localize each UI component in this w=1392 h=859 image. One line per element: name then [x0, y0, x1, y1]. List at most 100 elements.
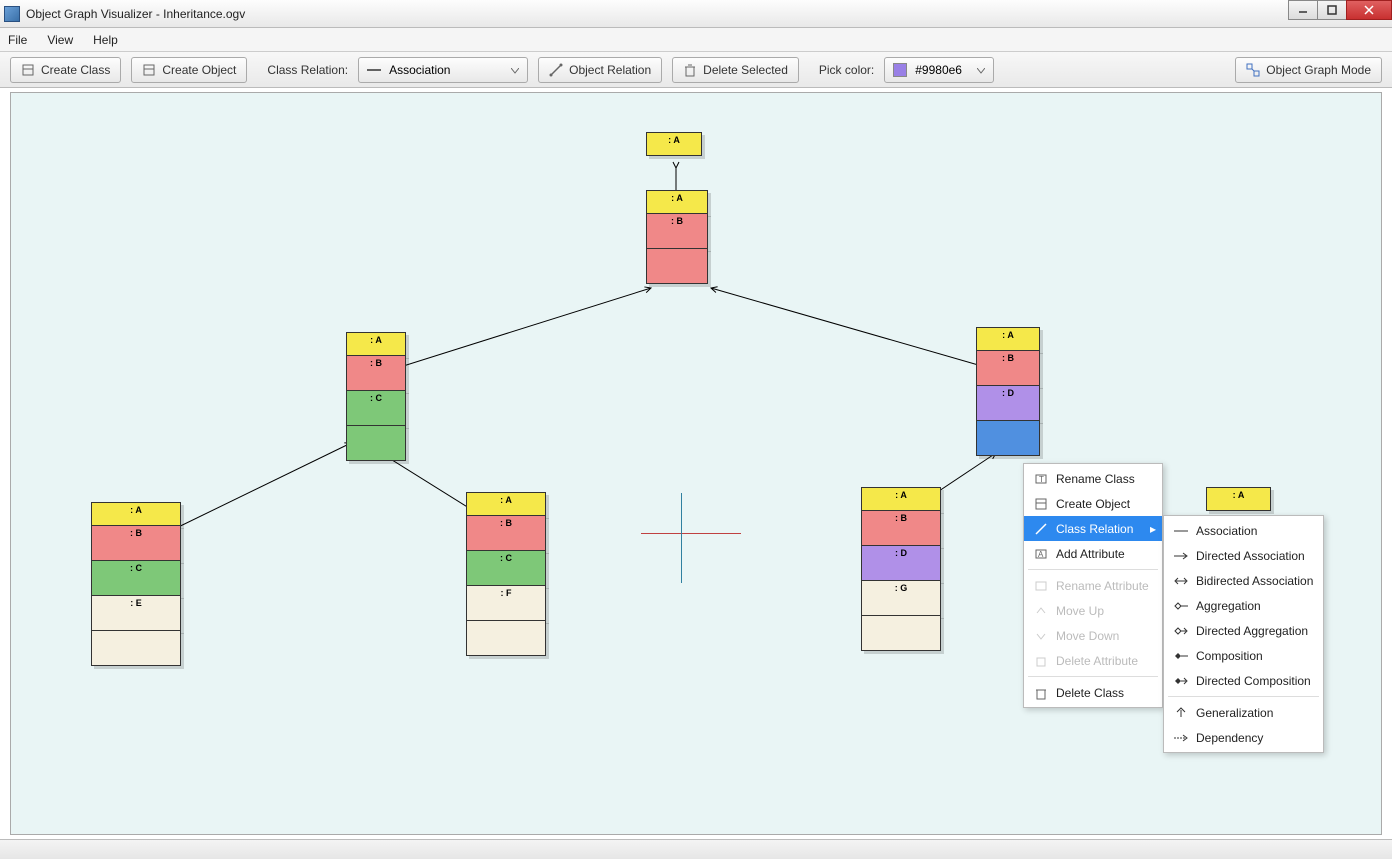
relation-icon: [1034, 522, 1048, 536]
block-selected: [976, 420, 1040, 456]
menu-rename-class[interactable]: T Rename Class: [1024, 466, 1162, 491]
delete-selected-button[interactable]: Delete Selected: [672, 57, 799, 83]
class-relation-value: Association: [389, 63, 450, 77]
object-graph-mode-button[interactable]: Object Graph Mode: [1235, 57, 1382, 83]
delete-selected-label: Delete Selected: [703, 63, 788, 77]
menu-create-object[interactable]: Create Object: [1024, 491, 1162, 516]
create-object-label: Create Object: [162, 63, 236, 77]
filled-diamond-icon: [1174, 649, 1188, 663]
composition-label: Composition: [1196, 649, 1263, 663]
color-swatch: [893, 63, 907, 77]
block-A: : A: [861, 487, 941, 511]
menu-file[interactable]: File: [8, 33, 27, 47]
menu-add-attribute[interactable]: A Add Attribute: [1024, 541, 1162, 566]
class-relation-dropdown[interactable]: Association: [358, 57, 528, 83]
menubar: File View Help: [0, 28, 1392, 52]
attribute-icon: A: [1034, 547, 1048, 561]
submenu-generalization[interactable]: Generalization: [1164, 700, 1323, 725]
submenu-directed-composition[interactable]: Directed Composition: [1164, 668, 1323, 693]
svg-text:A: A: [1038, 550, 1044, 559]
generalization-label: Generalization: [1196, 706, 1273, 720]
context-menu: T Rename Class Create Object Class Relat…: [1023, 463, 1163, 708]
block-D: : D: [976, 385, 1040, 421]
minimize-button[interactable]: [1288, 0, 1318, 20]
block-B: : B: [861, 510, 941, 546]
object-icon: [1034, 497, 1048, 511]
submenu-directed-association[interactable]: Directed Association: [1164, 543, 1323, 568]
diamond-icon: [1174, 599, 1188, 613]
add-attribute-label: Add Attribute: [1056, 547, 1125, 561]
menu-move-up: Move Up: [1024, 598, 1162, 623]
submenu-dependency[interactable]: Dependency: [1164, 725, 1323, 750]
color-value: #9980e6: [915, 63, 962, 77]
block-B: : B: [346, 355, 406, 391]
close-button[interactable]: [1346, 0, 1392, 20]
filled-diamond-arrow-icon: [1174, 674, 1188, 688]
class-node-F[interactable]: : A : B : C : F: [466, 493, 546, 656]
block-C: : C: [91, 560, 181, 596]
window-controls: [1289, 0, 1392, 22]
diamond-arrow-icon: [1174, 624, 1188, 638]
chevron-down-icon: [977, 63, 985, 77]
class-relation-label: Class Relation: [1056, 522, 1133, 536]
menu-move-down: Move Down: [1024, 623, 1162, 648]
dependency-label: Dependency: [1196, 731, 1263, 745]
trash-icon: [1034, 686, 1048, 700]
submenu-association[interactable]: Association: [1164, 518, 1323, 543]
up-icon: [1034, 604, 1048, 618]
block-C2: [346, 425, 406, 461]
rename-icon: T: [1034, 472, 1048, 486]
color-picker-dropdown[interactable]: #9980e6: [884, 57, 994, 83]
rename-class-label: Rename Class: [1056, 472, 1135, 486]
block-A: : A: [466, 492, 546, 516]
block-A: : A: [91, 502, 181, 526]
arrow-right-icon: [1174, 549, 1188, 563]
class-node-E[interactable]: : A : B : C : E: [91, 503, 181, 666]
create-object-button[interactable]: Create Object: [131, 57, 247, 83]
submenu-directed-aggregation[interactable]: Directed Aggregation: [1164, 618, 1323, 643]
line-icon: [1174, 524, 1188, 538]
class-node-B[interactable]: : A : B: [646, 191, 708, 284]
down-icon: [1034, 629, 1048, 643]
class-node-C[interactable]: : A : B : C: [346, 333, 406, 461]
canvas[interactable]: : A : A : B : A : B : C : A : B : D : A …: [10, 92, 1382, 835]
directed-composition-label: Directed Composition: [1196, 674, 1311, 688]
menu-view[interactable]: View: [47, 33, 73, 47]
generalization-icon: [1174, 706, 1188, 720]
block-A: : A: [976, 327, 1040, 351]
menu-help[interactable]: Help: [93, 33, 118, 47]
titlebar: Object Graph Visualizer - Inheritance.og…: [0, 0, 1392, 28]
class-node-right-A[interactable]: : A: [1206, 488, 1271, 511]
create-class-label: Create Class: [41, 63, 110, 77]
menu-rename-attribute: Rename Attribute: [1024, 573, 1162, 598]
trash-icon: [683, 63, 697, 77]
class-node-G[interactable]: : A : B : D : G: [861, 488, 941, 651]
association-label: Association: [1196, 524, 1257, 538]
graph-mode-icon: [1246, 63, 1260, 77]
trash-icon: [1034, 654, 1048, 668]
maximize-button[interactable]: [1317, 0, 1347, 20]
menu-class-relation[interactable]: Class Relation ▸: [1024, 516, 1162, 541]
class-node-D[interactable]: : A : B : D: [976, 328, 1040, 456]
menu-delete-class[interactable]: Delete Class: [1024, 680, 1162, 705]
create-class-button[interactable]: Create Class: [10, 57, 121, 83]
move-up-label: Move Up: [1056, 604, 1104, 618]
block-E: : E: [91, 595, 181, 631]
move-down-label: Move Down: [1056, 629, 1119, 643]
submenu-composition[interactable]: Composition: [1164, 643, 1323, 668]
submenu-bidirected-association[interactable]: Bidirected Association: [1164, 568, 1323, 593]
app-icon: [4, 6, 20, 22]
object-relation-button[interactable]: Object Relation: [538, 57, 662, 83]
y-axis-marker: [681, 493, 682, 583]
svg-text:T: T: [1039, 475, 1044, 484]
block-B: : B: [646, 213, 708, 249]
rename-icon: [1034, 579, 1048, 593]
block-B: : B: [976, 350, 1040, 386]
block-B: : B: [466, 515, 546, 551]
class-node-A-top[interactable]: : A: [646, 133, 702, 156]
block-A: : A: [346, 332, 406, 356]
menu-separator: [1028, 569, 1158, 570]
submenu-aggregation[interactable]: Aggregation: [1164, 593, 1323, 618]
statusbar: [0, 839, 1392, 859]
toolbar: Create Class Create Object Class Relatio…: [0, 52, 1392, 88]
